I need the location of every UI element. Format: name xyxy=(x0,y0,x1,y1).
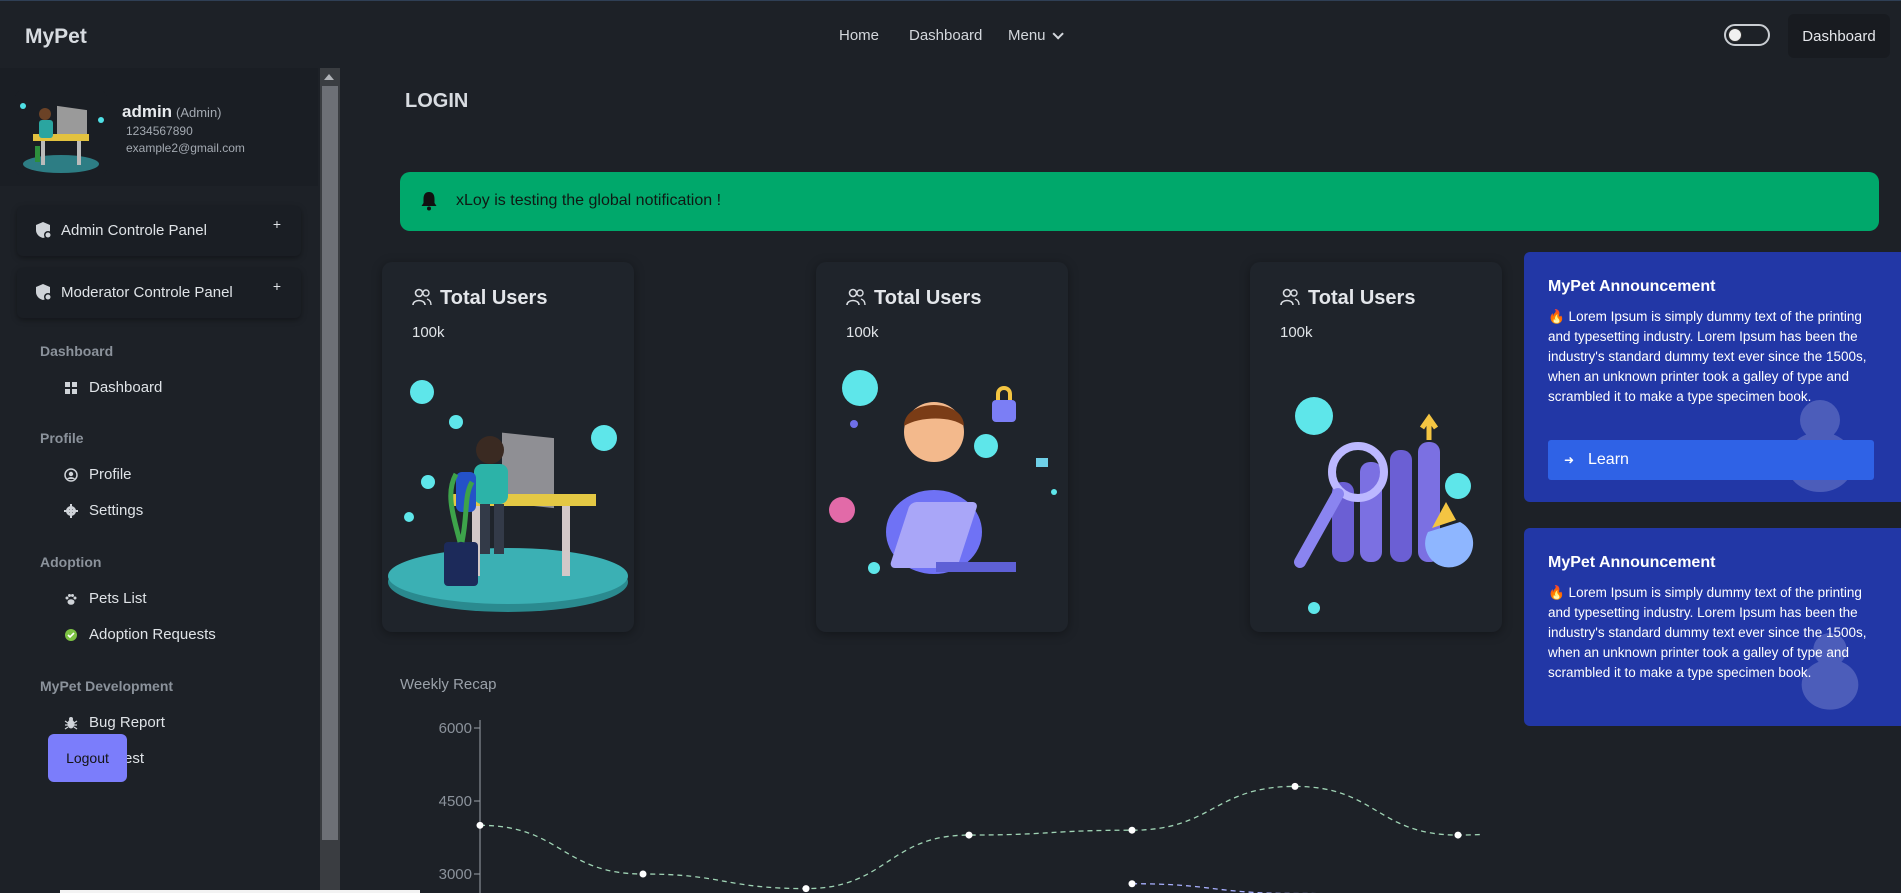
avatar xyxy=(15,90,107,176)
sidebar-item-label: Pets List xyxy=(89,590,147,607)
learn-button[interactable]: ➜ Learn xyxy=(1548,440,1874,480)
users-icon xyxy=(1280,288,1300,306)
gear-icon xyxy=(64,504,78,518)
announcement-title: MyPet Announcement xyxy=(1548,278,1716,295)
stat-card-value: 100k xyxy=(412,324,445,341)
data-point[interactable] xyxy=(1291,782,1299,790)
announcement-title: MyPet Announcement xyxy=(1548,554,1716,571)
bug-icon xyxy=(64,717,78,730)
laptop-user-illustration xyxy=(829,370,1057,574)
stat-card-value: 100k xyxy=(1280,324,1313,341)
logout-button[interactable]: Logout xyxy=(48,734,127,782)
stat-card-value: 100k xyxy=(846,324,879,341)
top-dashboard-button[interactable]: Dashboard xyxy=(1788,14,1890,58)
nav-menu-label: Menu xyxy=(1008,27,1046,44)
nav-home-link[interactable]: Home xyxy=(839,27,879,44)
section-mypet-development: MyPet Development xyxy=(40,678,174,694)
user-name: admin xyxy=(122,102,173,121)
data-point[interactable] xyxy=(965,831,973,839)
scroll-up-arrow-icon[interactable] xyxy=(324,74,334,80)
y-tick-label: 3000 xyxy=(439,866,472,883)
user-profile: admin (Admin) 1234567890 example2@gmail.… xyxy=(0,68,318,186)
series-line xyxy=(479,785,1480,890)
desk-workspace-illustration xyxy=(388,380,628,612)
top-navbar: MyPet Home Dashboard Menu Dashboard xyxy=(0,0,1901,68)
stat-card-title-text: Total Users xyxy=(1308,287,1416,309)
y-tick-label: 4500 xyxy=(439,793,472,810)
brand-logo[interactable]: MyPet xyxy=(25,25,87,49)
theme-toggle[interactable] xyxy=(1724,24,1770,46)
stat-card-title: Total Users xyxy=(846,287,981,310)
user-email: example2@gmail.com xyxy=(126,141,245,155)
toggle-knob-icon xyxy=(1728,28,1742,42)
sign-in-arrow-icon: ➜ xyxy=(1564,453,1575,467)
stat-card: Total Users 100k xyxy=(1250,262,1502,632)
global-notification: xLoy is testing the global notification … xyxy=(400,172,1879,231)
bell-icon xyxy=(421,192,437,211)
nav-menu-dropdown[interactable]: Menu xyxy=(1008,27,1064,44)
check-circle-icon xyxy=(65,629,77,641)
nav-dashboard-link[interactable]: Dashboard xyxy=(909,27,982,44)
announcement-card: MyPet Announcement 🔥 Lorem Ipsum is simp… xyxy=(1524,528,1901,726)
sidebar-item-label: Bug Report xyxy=(89,714,165,731)
chevron-down-icon xyxy=(1051,28,1064,40)
analytics-chart-illustration xyxy=(1294,397,1474,614)
admin-control-panel[interactable]: Admin Controle Panel + xyxy=(17,206,301,256)
sidebar-item-label: Settings xyxy=(89,502,144,519)
shield-gear-icon xyxy=(36,284,52,301)
announcement-card: MyPet Announcement 🔥 Lorem Ipsum is simp… xyxy=(1524,252,1901,502)
plus-icon: + xyxy=(272,216,281,232)
section-profile: Profile xyxy=(40,430,84,446)
stat-card: Total Users 100k xyxy=(816,262,1068,632)
announcement-body: 🔥 Lorem Ipsum is simply dummy text of th… xyxy=(1548,309,1867,404)
section-dashboard: Dashboard xyxy=(40,343,114,359)
sidebar-item-label: Profile xyxy=(89,466,132,483)
shield-gear-icon xyxy=(36,222,52,239)
y-tick-label: 6000 xyxy=(439,720,472,737)
stat-card-title: Total Users xyxy=(412,287,547,310)
grid-icon xyxy=(65,382,77,394)
page-title: LOGIN xyxy=(405,90,469,112)
admin-panel-label: Admin Controle Panel xyxy=(61,222,207,239)
chart-title: Weekly Recap xyxy=(400,676,497,693)
sidebar-item-label: Adoption Requests xyxy=(89,626,216,643)
moderator-panel-label: Moderator Controle Panel xyxy=(61,284,233,301)
data-point[interactable] xyxy=(1128,880,1136,888)
data-point[interactable] xyxy=(1128,826,1136,834)
users-icon xyxy=(412,288,432,306)
learn-button-label: Learn xyxy=(1588,451,1629,468)
moderator-control-panel[interactable]: Moderator Controle Panel + xyxy=(17,268,301,318)
data-point[interactable] xyxy=(639,870,647,878)
stat-card: Total Users 100k xyxy=(382,262,634,632)
section-adoption: Adoption xyxy=(40,554,102,570)
plus-icon: + xyxy=(272,278,281,294)
user-role: (Admin) xyxy=(176,105,222,120)
stat-card-title-text: Total Users xyxy=(440,287,548,309)
notification-text: xLoy is testing the global notification … xyxy=(456,192,722,209)
paw-icon xyxy=(65,594,77,605)
data-point[interactable] xyxy=(802,885,810,893)
stat-card-title-text: Total Users xyxy=(874,287,982,309)
announcement-body: 🔥 Lorem Ipsum is simply dummy text of th… xyxy=(1548,585,1867,680)
series-line xyxy=(1131,883,1320,893)
user-circle-icon xyxy=(64,468,78,482)
users-icon xyxy=(846,288,866,306)
data-point[interactable] xyxy=(1454,831,1462,839)
data-point[interactable] xyxy=(476,821,484,829)
scrollbar-thumb[interactable] xyxy=(322,86,338,840)
stat-card-title: Total Users xyxy=(1280,287,1415,310)
weekly-recap-chart: 6000 4500 3000 xyxy=(439,720,1480,893)
user-phone: 1234567890 xyxy=(126,124,193,138)
sidebar-item-label: Dashboard xyxy=(89,379,163,396)
